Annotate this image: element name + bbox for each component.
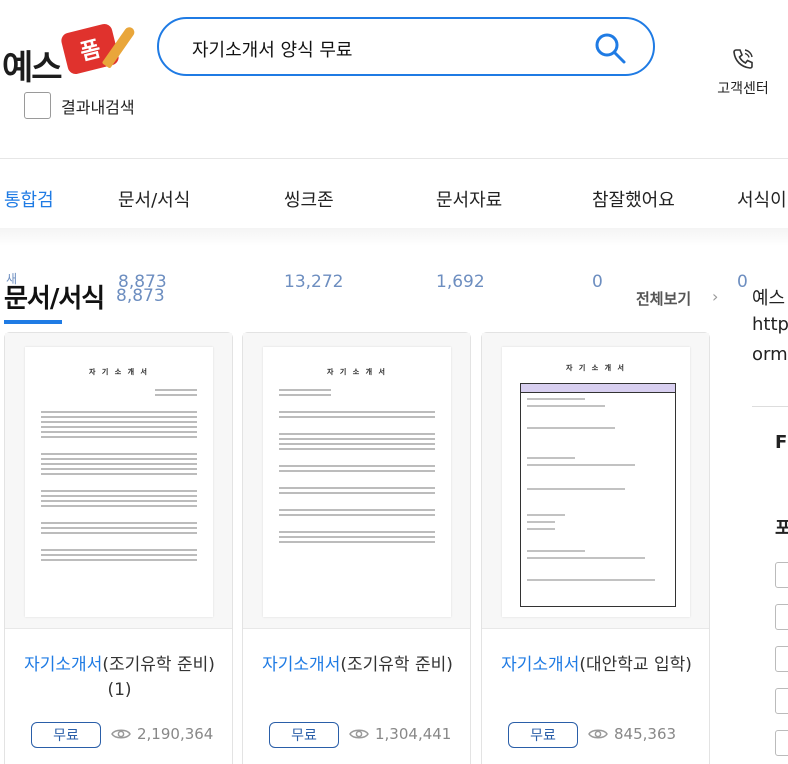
document-preview: 자 기 소 개 서 (25, 347, 213, 617)
thumbnail-title: 자 기 소 개 서 (327, 368, 387, 376)
category-tabs: 통합검 문서/서식 씽크존 문서자료 참잘했어요 서식이 (0, 186, 788, 216)
view-all-link[interactable]: 전체보기 (636, 288, 691, 309)
document-preview: 자 기 소 개 서 (263, 347, 451, 617)
view-count: 2,190,364 (111, 725, 213, 743)
tab-forms[interactable]: 서식이 (737, 186, 787, 212)
tab-count-forms: 0 (737, 272, 748, 292)
title-rest: (조기유학 준비) (340, 655, 453, 675)
document-title[interactable]: 자기소개서(조기유학 준비) (253, 653, 462, 678)
customer-center-label: 고객센터 (717, 81, 769, 97)
phone-icon (733, 49, 753, 69)
header-divider (0, 158, 788, 159)
eye-icon (111, 729, 131, 739)
sidebar-text-1: 예스 (752, 288, 786, 309)
document-thumbnail[interactable]: 자 기 소 개 서 (5, 333, 232, 629)
free-badge: 무료 (269, 722, 339, 748)
search-within-results[interactable]: 결과내검색 (24, 92, 135, 119)
view-count-value: 2,190,364 (137, 725, 214, 743)
tab-doc-materials[interactable]: 문서자료 (436, 186, 502, 212)
search-within-checkbox[interactable] (24, 92, 51, 119)
logo-text: 예스 (2, 48, 63, 88)
tab-well-done[interactable]: 참잘했어요 (592, 186, 675, 212)
view-count: 1,304,441 (349, 725, 451, 743)
document-card[interactable]: 자 기 소 개 서 자기소개서(대안학교 입학) 무료 845,363 (481, 332, 710, 764)
title-keyword: 자기소개서 (262, 655, 341, 675)
title-keyword: 자기소개서 (24, 655, 103, 675)
tab-count-well-done: 0 (592, 272, 603, 292)
search-query: 자기소개서 양식 무료 (192, 40, 353, 61)
eye-icon (588, 729, 608, 739)
view-count-value: 1,304,441 (375, 725, 452, 743)
chevron-right-icon[interactable]: › (712, 287, 718, 306)
tab-integrated[interactable]: 통합검 (4, 186, 54, 212)
view-count-value: 845,363 (614, 725, 677, 743)
free-badge: 무료 (31, 722, 101, 748)
thumbnail-title: 자 기 소 개 서 (566, 364, 626, 372)
title-rest: (조기유학 준비)(1) (102, 655, 215, 700)
customer-center-button[interactable]: 고객센터 (708, 46, 778, 98)
free-badge: 무료 (508, 722, 578, 748)
tab-count-thinkzone: 13,272 (284, 272, 344, 292)
tab-count-doc-materials: 1,692 (436, 272, 485, 292)
thumbnail-title: 자 기 소 개 서 (89, 368, 149, 376)
search-icon[interactable] (593, 31, 627, 65)
document-thumbnail[interactable]: 자 기 소 개 서 (482, 333, 709, 629)
sidebar-text-3[interactable]: orm (752, 344, 788, 365)
document-title[interactable]: 자기소개서(대안학교 입학) (492, 653, 701, 678)
sidebar-checkbox[interactable] (775, 730, 788, 756)
tab-documents[interactable]: 문서/서식 (118, 186, 190, 212)
site-logo[interactable]: 예스 폼 (2, 18, 142, 88)
section-title-underline (4, 320, 62, 324)
title-keyword: 자기소개서 (501, 655, 580, 675)
view-count: 845,363 (588, 725, 676, 743)
title-rest: (대안학교 입학) (579, 655, 692, 675)
document-thumbnail[interactable]: 자 기 소 개 서 (243, 333, 470, 629)
sidebar-checkbox[interactable] (775, 688, 788, 714)
document-preview: 자 기 소 개 서 (502, 347, 690, 617)
sidebar-checkbox[interactable] (775, 646, 788, 672)
document-card[interactable]: 자 기 소 개 서 자기소개서(조기유학 준비)(1) 무료 2,190,364 (4, 332, 233, 764)
tabs-shadow (0, 228, 788, 246)
sidebar-text-2[interactable]: http (752, 314, 788, 335)
section-title: 문서/서식 (4, 284, 105, 314)
document-card[interactable]: 자 기 소 개 서 자기소개서(조기유학 준비) 무료 1,304,441 (242, 332, 471, 764)
sidebar-heading-1: F (775, 432, 788, 453)
form-table (520, 383, 676, 607)
document-title[interactable]: 자기소개서(조기유학 준비)(1) (15, 653, 224, 703)
sidebar-divider (752, 406, 788, 407)
section-count: 8,873 (116, 286, 165, 306)
eye-icon (349, 729, 369, 739)
tab-thinkzone[interactable]: 씽크존 (284, 186, 334, 212)
sidebar-heading-2: 포 (775, 518, 788, 539)
search-input[interactable]: 자기소개서 양식 무료 (157, 17, 655, 76)
sidebar-checkbox[interactable] (775, 604, 788, 630)
search-within-label: 결과내검색 (61, 97, 135, 117)
sidebar-checkbox[interactable] (775, 562, 788, 588)
